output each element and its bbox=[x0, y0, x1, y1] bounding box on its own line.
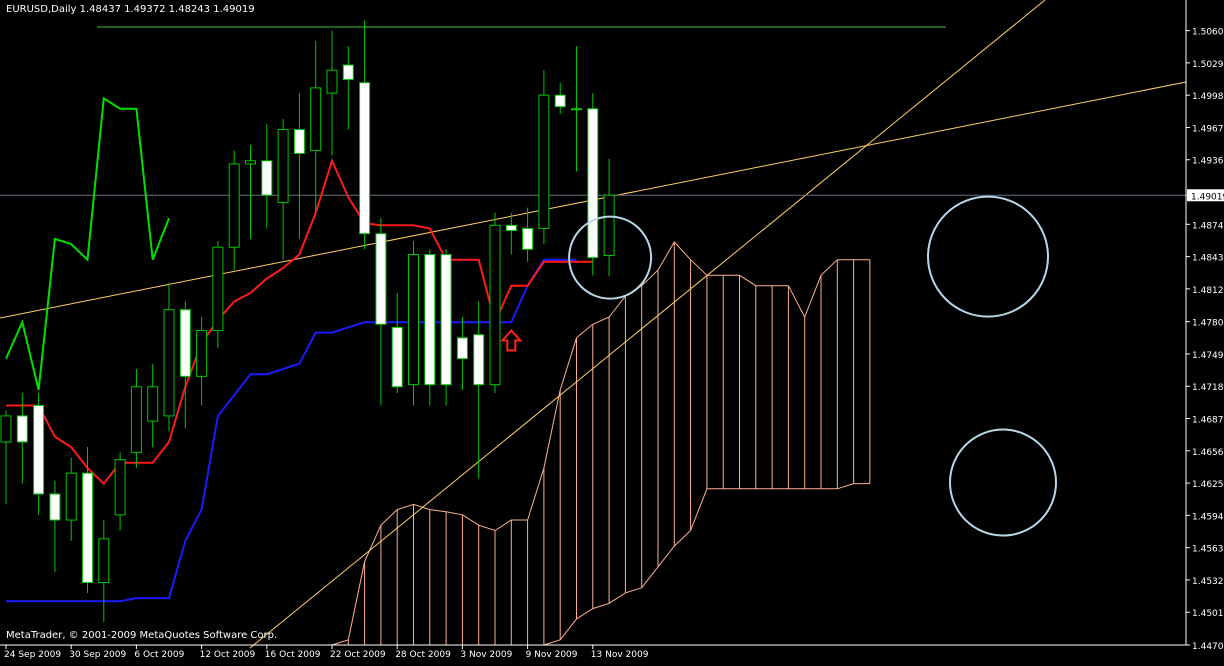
x-axis-tick-label: 30 Sep 2009 bbox=[69, 650, 126, 660]
x-axis-tick-label: 28 Oct 2009 bbox=[395, 650, 451, 660]
y-axis-tick-label: 1.46255 bbox=[1192, 480, 1224, 490]
y-axis-tick-label: 1.44700 bbox=[1192, 642, 1224, 652]
candle-body bbox=[424, 254, 436, 386]
price-chart[interactable]: 1.50600 1.50290 1.49980 1.49670 1.49360 1.490… bbox=[0, 0, 1224, 662]
candle-body bbox=[82, 472, 93, 584]
candle-body bbox=[538, 94, 550, 229]
y-axis-tick-label: 1.47185 bbox=[1192, 383, 1224, 393]
candle-body bbox=[571, 108, 582, 111]
candle-body bbox=[408, 254, 419, 386]
candle-body bbox=[98, 538, 110, 584]
y-axis-tick-label: 1.48740 bbox=[1192, 221, 1224, 231]
candle-body bbox=[179, 309, 191, 377]
copyright-text: MetaTrader, © 2001-2009 MetaQuotes Softw… bbox=[6, 630, 278, 641]
candle-body bbox=[342, 64, 354, 81]
candle-body bbox=[261, 160, 273, 196]
candle-body bbox=[505, 224, 517, 232]
candle-body bbox=[440, 254, 452, 386]
current-price-label: 1.49019 bbox=[1191, 192, 1224, 202]
y-axis-tick-label: 1.46875 bbox=[1192, 416, 1224, 426]
candle-body bbox=[130, 386, 142, 453]
candle-body bbox=[456, 337, 468, 360]
y-axis-tick-label: 1.49670 bbox=[1192, 124, 1224, 134]
y-axis-tick-label: 1.45635 bbox=[1192, 545, 1224, 555]
y-axis-tick-label: 1.49980 bbox=[1192, 92, 1224, 102]
cloud-lower-edge bbox=[6, 483, 870, 646]
candle-body bbox=[473, 334, 485, 386]
candle-body bbox=[375, 233, 387, 325]
x-axis-tick-label: 22 Oct 2009 bbox=[330, 650, 386, 660]
candle-body bbox=[293, 129, 305, 154]
candle-body bbox=[587, 108, 599, 259]
candle-body bbox=[163, 309, 175, 417]
candle-body bbox=[0, 415, 12, 443]
x-axis-tick-label: 6 Oct 2009 bbox=[134, 650, 184, 660]
y-axis-tick-label: 1.50600 bbox=[1192, 28, 1224, 38]
candle-body bbox=[16, 415, 28, 443]
x-axis-tick-label: 24 Sep 2009 bbox=[4, 650, 61, 660]
candle-body bbox=[522, 227, 534, 250]
annotation-circle bbox=[949, 428, 1057, 537]
candle-body bbox=[33, 404, 45, 495]
candle-body bbox=[603, 194, 615, 257]
y-axis-tick-label: 1.49360 bbox=[1192, 157, 1224, 167]
candle-body bbox=[245, 160, 256, 165]
candle-body bbox=[212, 246, 224, 332]
y-axis-tick-label: 1.45325 bbox=[1192, 577, 1224, 587]
x-axis-tick-label: 12 Oct 2009 bbox=[200, 650, 256, 660]
candle-body bbox=[277, 129, 289, 203]
y-axis-tick-label: 1.50290 bbox=[1192, 60, 1224, 70]
annotation-circle bbox=[927, 195, 1049, 318]
x-axis-tick-label: 16 Oct 2009 bbox=[265, 650, 321, 660]
chikou-line bbox=[5, 96, 170, 391]
x-axis-tick-label: 13 Nov 2009 bbox=[591, 650, 649, 660]
chart-area[interactable]: 1.50600 1.50290 1.49980 1.49670 1.49360 1.490… bbox=[0, 0, 1224, 662]
candle-body bbox=[310, 87, 322, 151]
candle-body bbox=[326, 69, 338, 94]
y-axis-tick-label: 1.47805 bbox=[1192, 319, 1224, 329]
candle-body bbox=[228, 163, 240, 248]
y-axis-tick-label: 1.48430 bbox=[1192, 254, 1224, 264]
y-axis-tick-label: 1.45015 bbox=[1192, 609, 1224, 619]
candle-body bbox=[391, 326, 403, 388]
y-axis-tick-label: 1.45945 bbox=[1192, 512, 1224, 522]
candle-body bbox=[49, 493, 61, 521]
y-axis-tick-label: 1.47495 bbox=[1192, 351, 1224, 361]
y-axis-tick-label: 1.48120 bbox=[1192, 286, 1224, 296]
candle-body bbox=[359, 82, 371, 235]
up-arrow-annotation bbox=[500, 329, 523, 352]
candle-body bbox=[196, 330, 208, 377]
symbol-header: EURUSD,Daily 1.48437 1.49372 1.48243 1.4… bbox=[6, 4, 255, 15]
candle-body bbox=[554, 94, 566, 108]
x-axis-tick-label: 9 Nov 2009 bbox=[526, 650, 578, 660]
candle-body bbox=[114, 459, 126, 516]
candle-body bbox=[65, 472, 77, 521]
candle-body bbox=[147, 386, 159, 422]
y-axis-tick-label: 1.46565 bbox=[1192, 448, 1224, 458]
candle-body bbox=[489, 224, 501, 386]
x-axis-tick-label: 3 Nov 2009 bbox=[460, 650, 512, 660]
